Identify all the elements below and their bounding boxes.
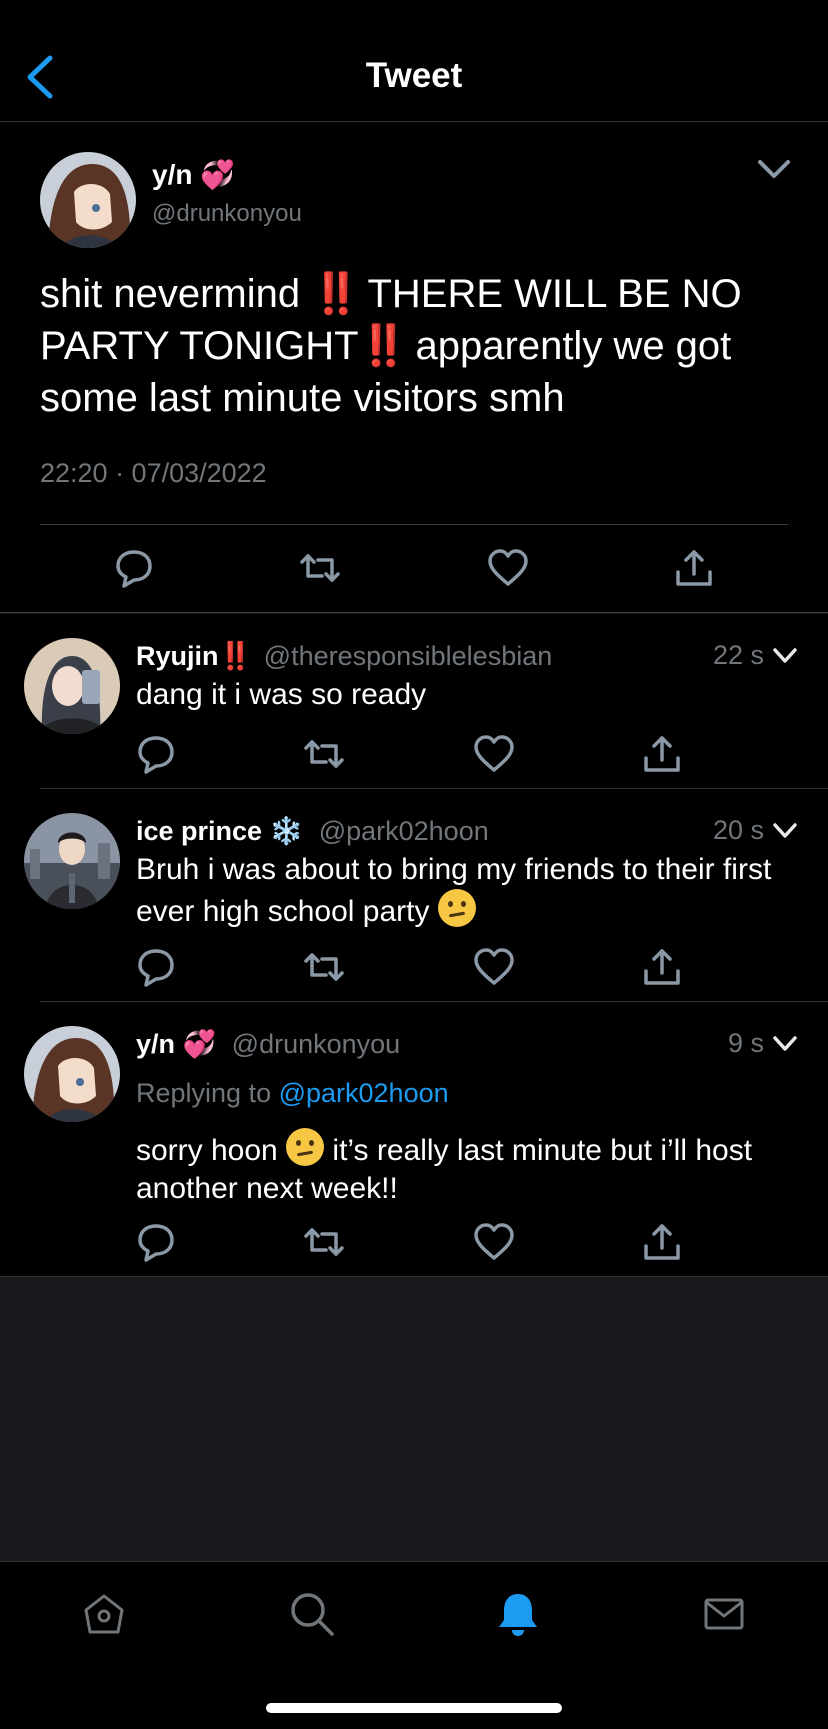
avatar[interactable] [24, 638, 120, 734]
retweet-icon[interactable] [302, 1220, 346, 1264]
top-nav-bar: Tweet [0, 0, 828, 122]
author-name[interactable]: Ryujin [136, 641, 219, 671]
reply-time: 9 s [727, 1028, 764, 1058]
main-tweet: y/n 💞 @drunkonyou shit nevermind ‼️ THER… [0, 122, 828, 613]
double-exclamation-emoji: ‼️ [218, 641, 253, 671]
reply-tweet[interactable]: ice prince ❄️ @park02hoon 20 s Bruh i wa… [0, 789, 828, 1002]
author-handle[interactable]: @theresponsiblelesbian [264, 641, 553, 671]
author-name[interactable]: y/n 💞 [136, 1029, 216, 1059]
chevron-down-icon[interactable] [772, 646, 798, 666]
retweet-icon[interactable] [298, 546, 342, 590]
replying-to-label: Replying to [136, 1078, 279, 1108]
confused-face-emoji [437, 889, 476, 927]
tweet-timestamp: 22:20 · 07/03/2022 [40, 458, 267, 488]
author-handle[interactable]: @drunkonyou [152, 200, 302, 228]
share-icon[interactable] [672, 546, 716, 590]
notifications-icon[interactable] [494, 1590, 542, 1638]
avatar[interactable] [24, 813, 120, 909]
reply-icon[interactable] [134, 732, 178, 776]
author-name[interactable]: ice prince ❄️ [136, 816, 303, 846]
reply-text: sorry hoon it’s really last minute but i… [136, 1128, 796, 1208]
double-exclamation-emoji: ‼️ [358, 324, 409, 368]
chevron-down-icon[interactable] [772, 1034, 798, 1054]
tweet-text-part: shit nevermind [40, 272, 312, 316]
tweet-actions [0, 538, 828, 598]
divider [40, 524, 788, 525]
retweet-icon[interactable] [302, 732, 346, 776]
share-icon[interactable] [640, 1220, 684, 1264]
share-icon[interactable] [640, 732, 684, 776]
reply-actions [0, 1220, 828, 1270]
messages-icon[interactable] [700, 1590, 748, 1638]
reply-icon[interactable] [134, 1220, 178, 1264]
reply-actions [0, 732, 828, 782]
reply-tweet[interactable]: Ryujin‼️ @theresponsiblelesbian 22 s dan… [0, 614, 828, 789]
reply-text-part: sorry hoon [136, 1134, 287, 1167]
share-icon[interactable] [640, 945, 684, 989]
mention-link[interactable]: @park02hoon [279, 1078, 449, 1108]
retweet-icon[interactable] [302, 945, 346, 989]
chevron-down-icon[interactable] [772, 821, 798, 841]
reply-header: y/n 💞 @drunkonyou [136, 1028, 400, 1060]
author-name[interactable]: y/n 💞 [152, 158, 235, 191]
reply-text: Bruh i was about to bring my friends to … [136, 851, 796, 931]
author-handle[interactable]: @park02hoon [319, 816, 489, 846]
reply-tweet[interactable]: y/n 💞 @drunkonyou 9 s Replying to @park0… [0, 1002, 828, 1277]
like-heart-icon[interactable] [486, 546, 530, 590]
reply-header: ice prince ❄️ @park02hoon [136, 815, 489, 847]
reply-text: dang it i was so ready [136, 678, 427, 711]
reply-header: Ryujin‼️ @theresponsiblelesbian [136, 640, 552, 672]
avatar[interactable] [24, 1026, 120, 1122]
search-icon[interactable] [288, 1590, 336, 1638]
like-heart-icon[interactable] [472, 1220, 516, 1264]
confused-face-emoji [286, 1128, 325, 1166]
double-exclamation-emoji: ‼️ [311, 272, 361, 316]
author-handle[interactable]: @drunkonyou [232, 1029, 401, 1059]
avatar[interactable] [40, 152, 136, 248]
page-title: Tweet [365, 56, 463, 95]
reply-icon[interactable] [112, 546, 156, 590]
reply-time: 22 s [712, 640, 764, 670]
reply-time: 20 s [712, 815, 764, 845]
like-heart-icon[interactable] [472, 945, 516, 989]
replying-to-line: Replying to @park02hoon [136, 1078, 449, 1109]
tweet-text: shit nevermind ‼️ THERE WILL BE NO PARTY… [40, 268, 800, 424]
chevron-down-icon[interactable] [754, 154, 794, 184]
home-indicator[interactable] [266, 1703, 562, 1713]
like-heart-icon[interactable] [472, 732, 516, 776]
reply-icon[interactable] [134, 945, 178, 989]
reply-actions [0, 945, 828, 995]
home-icon[interactable] [80, 1590, 128, 1638]
